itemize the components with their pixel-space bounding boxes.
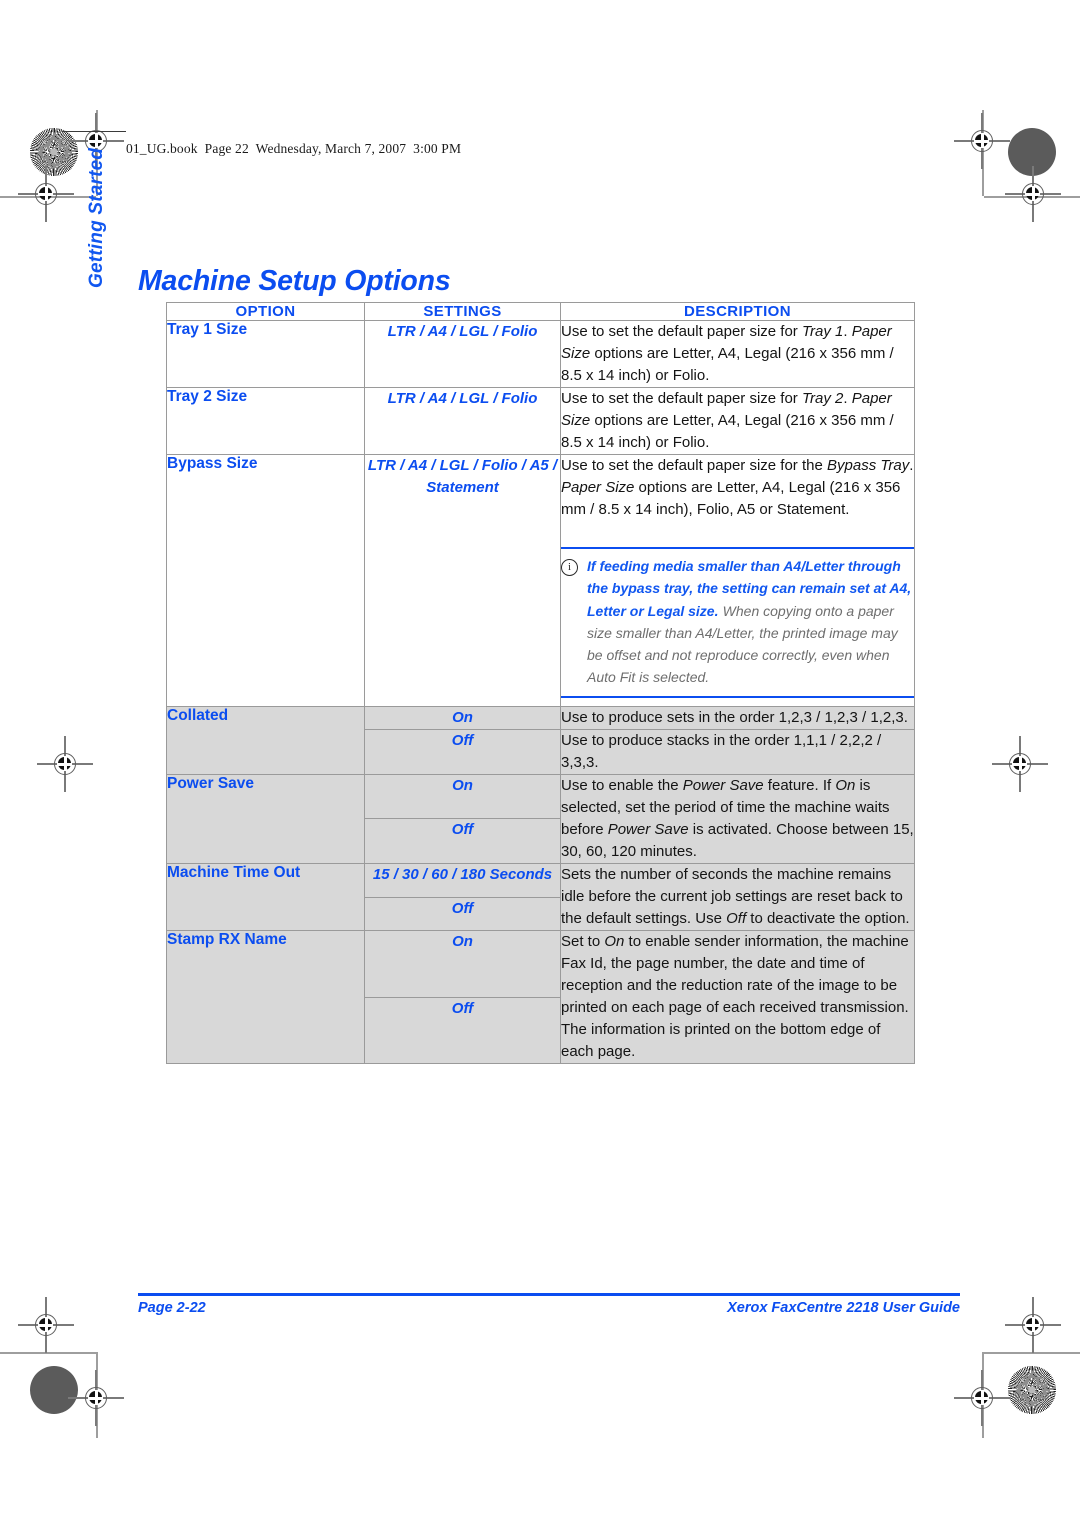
settings-value: On <box>364 705 561 730</box>
gray-dot-mark-top-right <box>1008 128 1056 176</box>
table-row-collated-on: Collated On Use to produce sets in the o… <box>166 705 915 775</box>
gray-dot-mark-bottom-left <box>30 1366 78 1414</box>
table-row-machine-time-out-seconds: Machine Time Out 15 / 30 / 60 / 180 Seco… <box>166 863 915 932</box>
registration-mark-bottom-left <box>68 1370 124 1426</box>
settings-value: Off <box>364 818 561 865</box>
sunburst-mark-bottom-right <box>1008 1366 1056 1414</box>
option-label: Collated <box>166 705 365 775</box>
table-header-row: OPTION SETTINGS DESCRIPTION <box>166 302 915 321</box>
trim-line-bottom-right-h <box>984 1352 1080 1354</box>
description-text: Use to produce stacks in the order 1,1,1… <box>560 728 915 775</box>
description-text: Use to set the default paper size for Tr… <box>560 319 915 389</box>
description-text: Use to enable the Power Save feature. If… <box>560 773 915 865</box>
option-label: Tray 2 Size <box>166 387 365 456</box>
settings-value: On <box>364 930 561 998</box>
trim-line-top-right-v <box>982 110 984 196</box>
table-row-bypass-size: Bypass Size LTR / A4 / LGL / Folio / A5 … <box>166 454 915 707</box>
settings-value: LTR / A4 / LGL / Folio <box>364 319 561 389</box>
registration-mark-right-lower <box>1005 1297 1061 1353</box>
settings-value: LTR / A4 / LGL / Folio / A5 / Statement <box>364 454 561 707</box>
trim-line-bottom-left-v <box>96 1352 98 1438</box>
settings-value: 15 / 30 / 60 / 180 Seconds <box>364 863 561 898</box>
description-text: Use to set the default paper size for th… <box>561 457 914 519</box>
registration-mark-right-middle <box>992 736 1048 792</box>
description-cell: Use to set the default paper size for th… <box>560 454 915 707</box>
sunburst-mark-top-left <box>30 128 78 176</box>
option-label: Machine Time Out <box>166 863 365 932</box>
settings-value: On <box>364 773 561 820</box>
description-text: Use to produce sets in the order 1,2,3 /… <box>560 705 915 730</box>
description-text: Sets the number of seconds the machine r… <box>560 863 915 932</box>
registration-mark-left-middle <box>37 736 93 792</box>
description-text: Set to On to enable sender information, … <box>560 930 915 1065</box>
trim-line-bottom-right-v <box>982 1352 984 1438</box>
registration-mark-right-upper <box>1005 166 1061 222</box>
footer-guide-title: Xerox FaxCentre 2218 User Guide <box>727 1300 960 1316</box>
option-label: Tray 1 Size <box>166 319 365 389</box>
trim-line-top-right-h <box>984 196 1080 198</box>
settings-value: Off <box>364 996 561 1065</box>
document-page: 01_UG.book Page 22 Wednesday, March 7, 2… <box>0 0 1080 1527</box>
registration-mark-top-right <box>954 113 1010 169</box>
footer-rule <box>138 1293 960 1296</box>
table-row-tray-1-size: Tray 1 Size LTR / A4 / LGL / Folio Use t… <box>166 319 915 389</box>
option-label: Power Save <box>166 773 365 865</box>
page-title: Machine Setup Options <box>138 265 451 298</box>
table-row-power-save-on: Power Save On Use to enable the Power Sa… <box>166 773 915 865</box>
book-header-text: 01_UG.book Page 22 Wednesday, March 7, 2… <box>126 141 462 156</box>
settings-value: Off <box>364 896 561 932</box>
option-label: Stamp RX Name <box>166 930 365 1065</box>
column-header-description: DESCRIPTION <box>560 302 915 321</box>
description-text: Use to set the default paper size for Tr… <box>560 387 915 456</box>
settings-value: Off <box>364 728 561 775</box>
side-tab-getting-started: Getting Started <box>86 147 107 288</box>
column-header-option: OPTION <box>166 302 365 321</box>
trim-line-top-left-h <box>0 196 96 198</box>
column-header-settings: SETTINGS <box>364 302 561 321</box>
table-row-tray-2-size: Tray 2 Size LTR / A4 / LGL / Folio Use t… <box>166 387 915 456</box>
trim-line-bottom-left-h <box>0 1352 96 1354</box>
info-icon: i <box>561 559 578 577</box>
registration-mark-bottom-right <box>954 1370 1010 1426</box>
registration-mark-left-lower <box>18 1297 74 1353</box>
bypass-size-note: i If feeding media smaller than A4/Lette… <box>561 547 914 698</box>
footer-page-number: Page 2-22 <box>138 1300 206 1316</box>
table-row-stamp-rx-name-on: Stamp RX Name On Set to On to enable sen… <box>166 930 915 1065</box>
machine-setup-options-table: OPTION SETTINGS DESCRIPTION Tray 1 Size … <box>166 302 915 1065</box>
note-body: If feeding media smaller than A4/Letter … <box>587 556 914 688</box>
registration-mark-left-upper <box>18 166 74 222</box>
option-label: Bypass Size <box>166 454 365 707</box>
settings-value: LTR / A4 / LGL / Folio <box>364 387 561 456</box>
